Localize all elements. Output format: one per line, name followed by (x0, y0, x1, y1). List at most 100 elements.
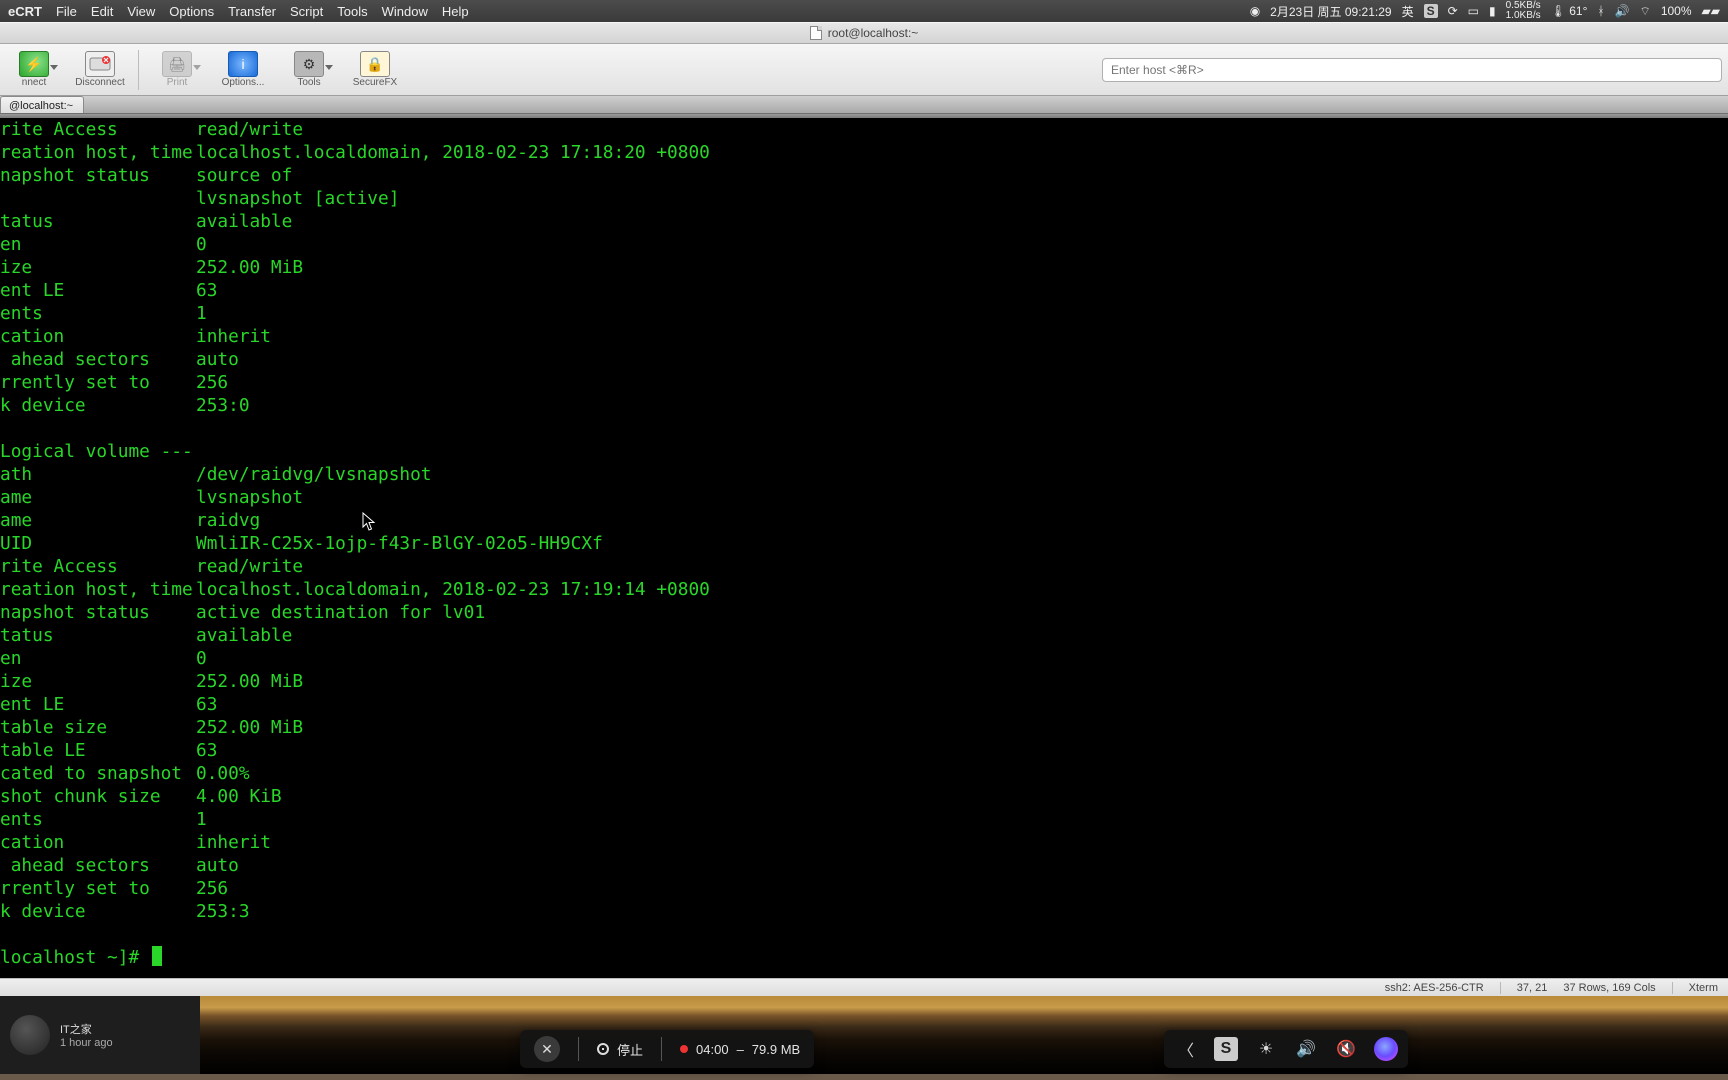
terminal-line: lvsnapshot [active] (0, 187, 1728, 210)
terminal-line: reation host, timelocalhost.localdomain,… (0, 578, 1728, 601)
recording-elapsed: 04:00 (696, 1042, 729, 1057)
terminal-line: ent LE63 (0, 693, 1728, 716)
terminal-line: k device253:3 (0, 900, 1728, 923)
tools-button[interactable]: ⚙ Tools (281, 51, 337, 88)
disconnect-button[interactable]: Disconnect (72, 51, 128, 88)
status-bar: ssh2: AES-256-CTR 37, 21 37 Rows, 169 Co… (0, 978, 1728, 996)
record-icon (680, 1045, 688, 1053)
app-switch-icon[interactable]: S (1214, 1037, 1238, 1061)
menu-file[interactable]: File (56, 4, 77, 19)
info-icon: i (228, 51, 258, 77)
tab-label: @localhost:~ (9, 100, 73, 112)
close-icon: ✕ (541, 1041, 553, 1058)
menubar-ime[interactable]: 英 (1402, 3, 1414, 20)
terminal-line: Logical volume --- (0, 440, 1728, 463)
stop-button[interactable]: 停止 (597, 1040, 643, 1059)
volume-icon[interactable]: 🔊 (1615, 4, 1630, 18)
siri-icon[interactable] (1374, 1037, 1398, 1061)
brightness-icon[interactable]: ☀ (1254, 1037, 1278, 1061)
terminal-line: rrently set to256 (0, 877, 1728, 900)
terminal-line: table size252.00 MiB (0, 716, 1728, 739)
terminal-cursor (152, 946, 162, 966)
menubar-display-icon[interactable]: ▭ (1468, 4, 1479, 18)
app-name[interactable]: eCRT (8, 4, 42, 19)
terminal-line: tatusavailable (0, 210, 1728, 233)
connect-button[interactable]: ⚡ nnect (6, 51, 62, 88)
mute-icon[interactable]: 🔇 (1334, 1037, 1358, 1061)
terminal-line: ahead sectorsauto (0, 348, 1728, 371)
disconnect-label: Disconnect (75, 77, 124, 88)
status-term-type: Xterm (1689, 982, 1718, 994)
host-search-input[interactable] (1102, 58, 1722, 82)
stop-icon (597, 1043, 609, 1055)
terminal-line: ize252.00 MiB (0, 670, 1728, 693)
chevron-down-icon[interactable] (193, 65, 201, 70)
connect-label: nnect (22, 77, 46, 88)
terminal-line: en0 (0, 647, 1728, 670)
desktop-wallpaper: ✕ 停止 04:00 – 79.9 MB 〈 S ☀ 🔊 🔇 (200, 996, 1728, 1074)
session-tab[interactable]: @localhost:~ (0, 96, 84, 113)
terminal-line: rite Accessread/write (0, 555, 1728, 578)
disconnect-icon (85, 51, 115, 77)
chevron-down-icon[interactable] (325, 65, 333, 70)
print-button[interactable]: 🖨 Print (149, 51, 205, 88)
securefx-label: SecureFX (353, 77, 397, 88)
menu-transfer[interactable]: Transfer (228, 4, 276, 19)
securefx-button[interactable]: 🔒 SecureFX (347, 51, 403, 88)
menu-tools[interactable]: Tools (337, 4, 367, 19)
prev-icon[interactable]: 〈 (1174, 1037, 1198, 1061)
terminal-line (0, 417, 1728, 440)
menu-view[interactable]: View (127, 4, 155, 19)
channel-name: IT之家 (60, 1021, 113, 1037)
menubar-datetime[interactable]: 2月23日 周五 09:21:29 (1270, 3, 1391, 20)
status-cursor-pos: 37, 21 (1517, 982, 1548, 994)
terminal-line: ize252.00 MiB (0, 256, 1728, 279)
recording-indicator-icon[interactable]: ◉ (1250, 4, 1260, 18)
menu-script[interactable]: Script (290, 4, 323, 19)
terminal-line: rrently set to256 (0, 371, 1728, 394)
menubar-temperature[interactable]: 🌡 61° (1551, 4, 1588, 18)
menu-edit[interactable]: Edit (91, 4, 113, 19)
stop-label: 停止 (617, 1040, 643, 1059)
toolbar: ⚡ nnect Disconnect 🖨 Print i Options... … (0, 44, 1728, 96)
macos-menubar: eCRT File Edit View Options Transfer Scr… (0, 0, 1728, 22)
menubar-battery-small-icon[interactable]: ▮ (1489, 4, 1496, 18)
terminal-line: ahead sectorsauto (0, 854, 1728, 877)
terminal-line: shot chunk size4.00 KiB (0, 785, 1728, 808)
video-time: 1 hour ago (60, 1037, 113, 1049)
video-info-panel[interactable]: IT之家 1 hour ago (0, 996, 200, 1074)
sound-icon[interactable]: 🔊 (1294, 1037, 1318, 1061)
menu-window[interactable]: Window (382, 4, 428, 19)
terminal-line: amelvsnapshot (0, 486, 1728, 509)
menubar-battery-percent[interactable]: 100% (1661, 4, 1692, 18)
terminal-line: en0 (0, 233, 1728, 256)
terminal-line: tatusavailable (0, 624, 1728, 647)
terminal-prompt[interactable]: localhost ~]# (0, 946, 1728, 969)
chevron-down-icon[interactable] (50, 65, 58, 70)
menubar-sync-icon[interactable]: ⟳ (1448, 4, 1458, 18)
terminal-line: k device253:0 (0, 394, 1728, 417)
menubar-network-speed[interactable]: 0.5KB/s1.0KB/s (1506, 1, 1541, 21)
terminal-line: ath/dev/raidvg/lvsnapshot (0, 463, 1728, 486)
terminal-line: ent LE63 (0, 279, 1728, 302)
terminal[interactable]: rite Accessread/writereation host, timel… (0, 118, 1728, 978)
print-label: Print (167, 77, 188, 88)
recording-status: 04:00 – 79.9 MB (680, 1042, 800, 1057)
terminal-line: ameraidvg (0, 509, 1728, 532)
terminal-line: table LE63 (0, 739, 1728, 762)
terminal-line: napshot statussource of (0, 164, 1728, 187)
menu-help[interactable]: Help (442, 4, 469, 19)
terminal-line: napshot statusactive destination for lv0… (0, 601, 1728, 624)
terminal-line: UIDWmliIR-C25x-1ojp-f43r-BlGY-02o5-HH9CX… (0, 532, 1728, 555)
s-icon[interactable]: S (1424, 4, 1438, 18)
wifi-icon[interactable]: ⌔ (1640, 4, 1651, 19)
menu-options[interactable]: Options (169, 4, 214, 19)
background-strip: IT之家 1 hour ago ✕ 停止 04:00 – 79.9 MB 〈 S (0, 996, 1728, 1074)
options-button[interactable]: i Options... (215, 51, 271, 88)
close-button[interactable]: ✕ (534, 1036, 560, 1062)
tools-label: Tools (297, 77, 320, 88)
battery-icon[interactable]: ▰▰ (1702, 4, 1720, 18)
print-icon: 🖨 (162, 51, 192, 77)
window-titlebar[interactable]: root@localhost:~ (0, 22, 1728, 44)
bluetooth-icon[interactable]: ᚼ (1597, 4, 1604, 18)
